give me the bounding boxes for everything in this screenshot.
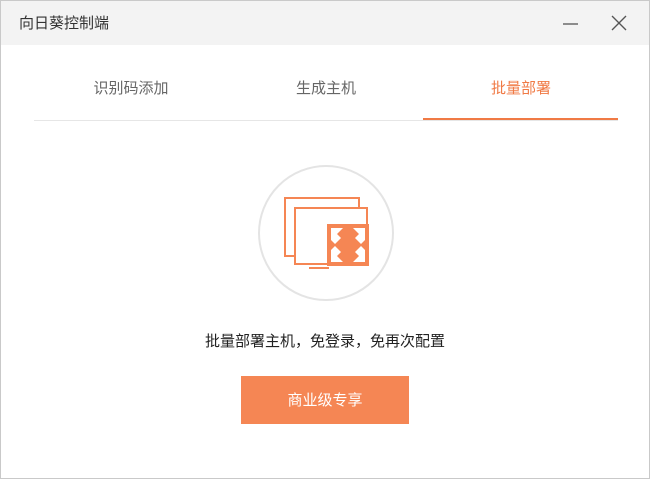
title-bar: 向日葵控制端 [1, 1, 649, 45]
tab-bar: 识别码添加 生成主机 批量部署 [34, 77, 618, 121]
tab-generate-host[interactable]: 生成主机 [229, 77, 423, 119]
app-window: 向日葵控制端 识别码添加 生成主机 批量部署 批量部署主机，免登录，免再次配置 … [0, 0, 650, 479]
minimize-icon [563, 23, 578, 25]
close-icon [611, 15, 627, 31]
business-exclusive-button[interactable]: 商业级专享 [241, 376, 409, 424]
batch-deploy-illustration [257, 164, 395, 302]
tab-divider [34, 120, 618, 121]
batch-deploy-monitors-icon [258, 165, 394, 301]
tab-id-code-add[interactable]: 识别码添加 [34, 77, 228, 119]
minimize-button[interactable] [561, 13, 581, 33]
tab-batch-deploy[interactable]: 批量部署 [424, 77, 618, 119]
window-title: 向日葵控制端 [19, 14, 110, 32]
feature-description: 批量部署主机，免登录，免再次配置 [204, 332, 445, 350]
close-button[interactable] [609, 13, 629, 33]
